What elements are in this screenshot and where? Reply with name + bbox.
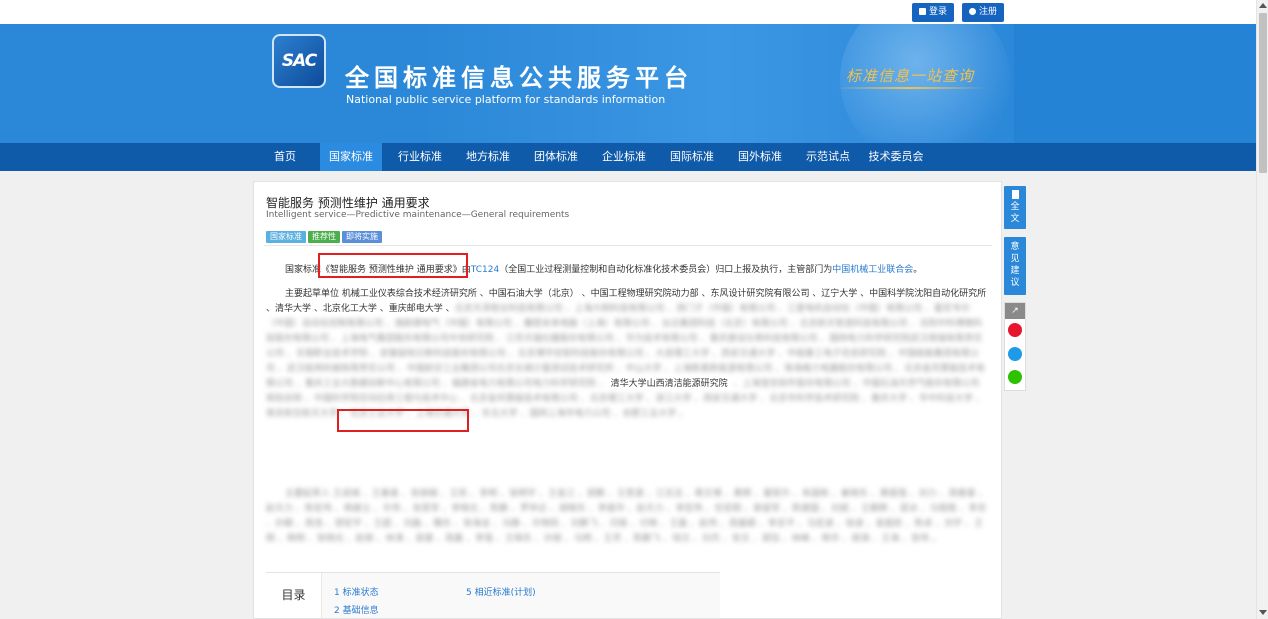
drafting-units-paragraph: 主要起草单位 机械工业仪表综合技术经济研究所 、中国石油大学（北京） 、中国工程… bbox=[266, 289, 987, 419]
scroll-up-arrow-icon[interactable] bbox=[1259, 3, 1267, 8]
badge-group: 国家标准 推荐性 即将实施 bbox=[266, 224, 384, 243]
site-title-cn: 全国标准信息公共服务平台 bbox=[345, 64, 693, 92]
login-label: 登录 bbox=[929, 7, 948, 17]
badge-upcoming: 即将实施 bbox=[342, 231, 382, 243]
scroll-thumb[interactable] bbox=[1259, 13, 1267, 173]
nav-pilot-demo[interactable]: 示范试点 bbox=[800, 143, 856, 171]
scroll-down-arrow-icon[interactable] bbox=[1259, 610, 1267, 615]
feedback-button[interactable]: 意见建议 bbox=[1004, 237, 1026, 295]
banner-slogan: 标准信息一站查询 bbox=[846, 67, 975, 85]
toc-label: 目录 bbox=[266, 573, 322, 618]
toc-item-basic-info[interactable]: 2 基础信息 bbox=[334, 603, 379, 616]
standard-detail-card: 智能服务 预测性维护 通用要求 Intelligent service—Pred… bbox=[253, 181, 1002, 619]
department-link[interactable]: 中国机械工业联合会 bbox=[832, 265, 913, 275]
badge-national-standard: 国家标准 bbox=[266, 231, 306, 243]
fulltext-button[interactable]: 全文 bbox=[1004, 186, 1026, 229]
nav-enterprise-standards[interactable]: 企业标准 bbox=[596, 143, 652, 171]
lock-icon bbox=[919, 8, 926, 15]
nav-industry-standards[interactable]: 行业标准 bbox=[392, 143, 448, 171]
register-button[interactable]: 注册 bbox=[962, 3, 1005, 22]
highlighted-unit: 清华大学山西清洁能源研究院 bbox=[610, 379, 728, 389]
nav-group-standards[interactable]: 团体标准 bbox=[528, 143, 584, 171]
wechat-icon[interactable] bbox=[1008, 370, 1022, 384]
user-icon bbox=[969, 8, 976, 15]
site-title-en: National public service platform for sta… bbox=[346, 93, 666, 106]
divider bbox=[264, 245, 992, 246]
drafters-paragraph: 主要起草人 王成城 、王春喜 、张丽娟 、王凯 、李明 、徐明宇 、王金江 、郭… bbox=[266, 489, 988, 544]
login-button[interactable]: 登录 bbox=[912, 3, 955, 22]
highlight-box-standard-name bbox=[318, 253, 468, 278]
page-scrollbar[interactable] bbox=[1256, 0, 1268, 619]
share-panel: ↗ bbox=[1004, 302, 1026, 391]
toc-item-similar-standards[interactable]: 5 相近标准(计划) bbox=[466, 585, 536, 598]
qq-icon[interactable] bbox=[1008, 347, 1022, 361]
nav-tech-committee[interactable]: 技术委员会 bbox=[864, 143, 928, 171]
nav-home[interactable]: 首页 bbox=[262, 143, 308, 171]
nav-national-standards[interactable]: 国家标准 bbox=[320, 143, 382, 171]
nav-international-standards[interactable]: 国际标准 bbox=[664, 143, 720, 171]
toc-item-status[interactable]: 1 标准状态 bbox=[334, 585, 379, 598]
main-nav: 首页 国家标准 行业标准 地方标准 团体标准 企业标准 国际标准 国外标准 示范… bbox=[0, 143, 1256, 171]
weibo-icon[interactable] bbox=[1008, 323, 1022, 337]
sac-logo[interactable]: SAC bbox=[272, 34, 326, 88]
table-of-contents: 目录 1 标准状态 2 基础信息 5 相近标准(计划) bbox=[266, 572, 720, 618]
top-bar: 登录 注册 bbox=[0, 0, 1256, 24]
share-icon[interactable]: ↗ bbox=[1005, 303, 1025, 319]
badge-recommended: 推荐性 bbox=[308, 231, 340, 243]
register-label: 注册 bbox=[979, 7, 998, 17]
tc-link[interactable]: TC124 bbox=[471, 265, 499, 275]
standard-title-en: Intelligent service—Predictive maintenan… bbox=[266, 210, 570, 220]
standard-title-cn: 智能服务 预测性维护 通用要求 bbox=[266, 196, 430, 210]
highlight-box-unit bbox=[337, 409, 469, 432]
nav-local-standards[interactable]: 地方标准 bbox=[460, 143, 516, 171]
document-icon bbox=[1011, 190, 1019, 199]
nav-foreign-standards[interactable]: 国外标准 bbox=[732, 143, 788, 171]
